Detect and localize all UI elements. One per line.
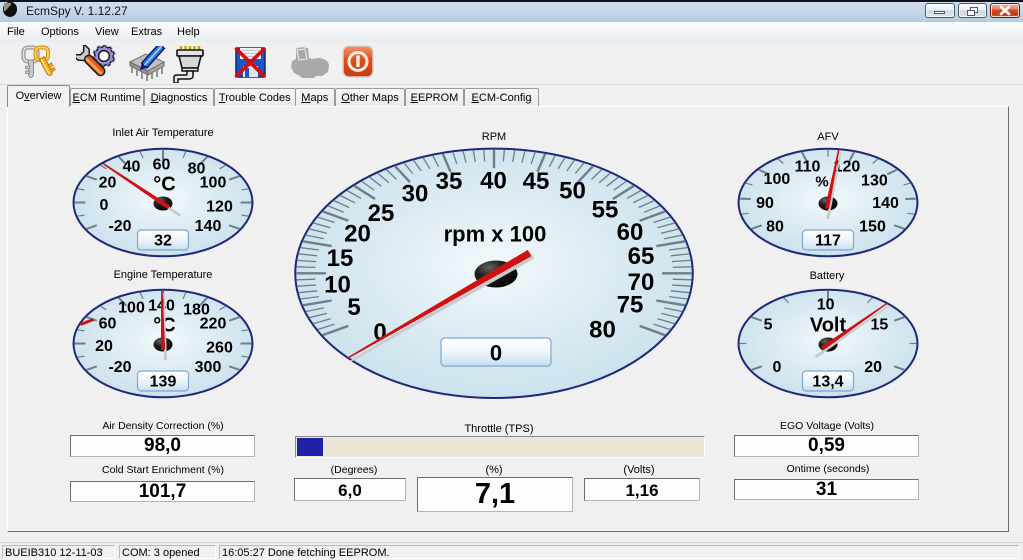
svg-text:rpm x 100: rpm x 100 <box>444 222 547 247</box>
svg-text:40: 40 <box>480 168 507 195</box>
svg-text:75: 75 <box>617 292 644 319</box>
svg-text:139: 139 <box>150 374 177 391</box>
svg-text:60: 60 <box>617 219 644 246</box>
svg-text:10: 10 <box>817 297 835 314</box>
svg-text:140: 140 <box>872 195 899 212</box>
svg-text:15: 15 <box>327 245 354 272</box>
svg-text:13,4: 13,4 <box>812 374 843 391</box>
svg-text:60: 60 <box>99 316 117 333</box>
svg-text:°C: °C <box>153 174 175 196</box>
svg-text:140: 140 <box>195 218 222 235</box>
svg-text:20: 20 <box>864 359 882 376</box>
svg-text:-20: -20 <box>108 359 131 376</box>
svg-text:80: 80 <box>766 219 784 236</box>
svg-text:50: 50 <box>559 178 586 205</box>
svg-text:117: 117 <box>815 233 841 250</box>
svg-text:-20: -20 <box>108 218 131 235</box>
svg-text:45: 45 <box>523 168 550 195</box>
svg-text:55: 55 <box>592 197 619 224</box>
svg-text:%: % <box>815 174 828 191</box>
svg-text:25: 25 <box>368 200 395 227</box>
svg-text:100: 100 <box>118 300 145 317</box>
svg-text:Volt: Volt <box>810 315 847 337</box>
svg-text:130: 130 <box>861 172 888 189</box>
svg-text:120: 120 <box>206 199 233 216</box>
svg-text:80: 80 <box>589 317 616 344</box>
svg-text:60: 60 <box>153 157 171 174</box>
svg-text:5: 5 <box>764 317 773 334</box>
svg-text:0: 0 <box>100 197 109 214</box>
svg-text:90: 90 <box>756 195 774 212</box>
svg-text:100: 100 <box>200 175 227 192</box>
svg-text:150: 150 <box>859 219 886 236</box>
svg-text:260: 260 <box>206 340 233 357</box>
svg-text:20: 20 <box>95 338 113 355</box>
svg-text:32: 32 <box>154 233 172 250</box>
svg-text:35: 35 <box>436 168 463 195</box>
svg-text:65: 65 <box>628 243 655 270</box>
svg-text:30: 30 <box>402 181 429 208</box>
svg-text:40: 40 <box>123 159 141 176</box>
svg-text:15: 15 <box>871 317 889 334</box>
svg-text:0: 0 <box>772 359 781 376</box>
svg-text:220: 220 <box>200 316 227 333</box>
svg-text:20: 20 <box>99 175 117 192</box>
svg-text:300: 300 <box>195 359 222 376</box>
svg-text:10: 10 <box>324 272 351 299</box>
svg-text:0: 0 <box>490 341 502 366</box>
svg-text:100: 100 <box>764 171 791 188</box>
